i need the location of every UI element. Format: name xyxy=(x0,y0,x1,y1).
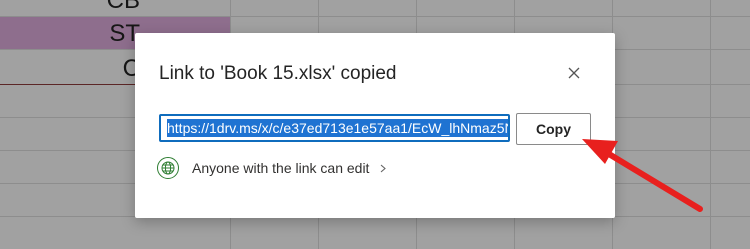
close-icon xyxy=(568,67,580,79)
dialog-title: Link to 'Book 15.xlsx' copied xyxy=(159,63,397,84)
globe-icon xyxy=(157,157,179,179)
chevron-right-icon xyxy=(380,164,387,173)
link-url-selected: https://1drv.ms/x/c/e37ed713e1e57aa1/EcW… xyxy=(167,119,508,137)
link-permission-setting[interactable]: Anyone with the link can edit xyxy=(157,155,387,181)
link-permission-label: Anyone with the link can edit xyxy=(192,160,370,176)
link-copied-dialog: Link to 'Book 15.xlsx' copied https://1d… xyxy=(135,33,615,218)
link-input[interactable]: https://1drv.ms/x/c/e37ed713e1e57aa1/EcW… xyxy=(159,114,510,142)
copy-button[interactable]: Copy xyxy=(516,113,591,145)
close-button[interactable] xyxy=(561,60,587,86)
